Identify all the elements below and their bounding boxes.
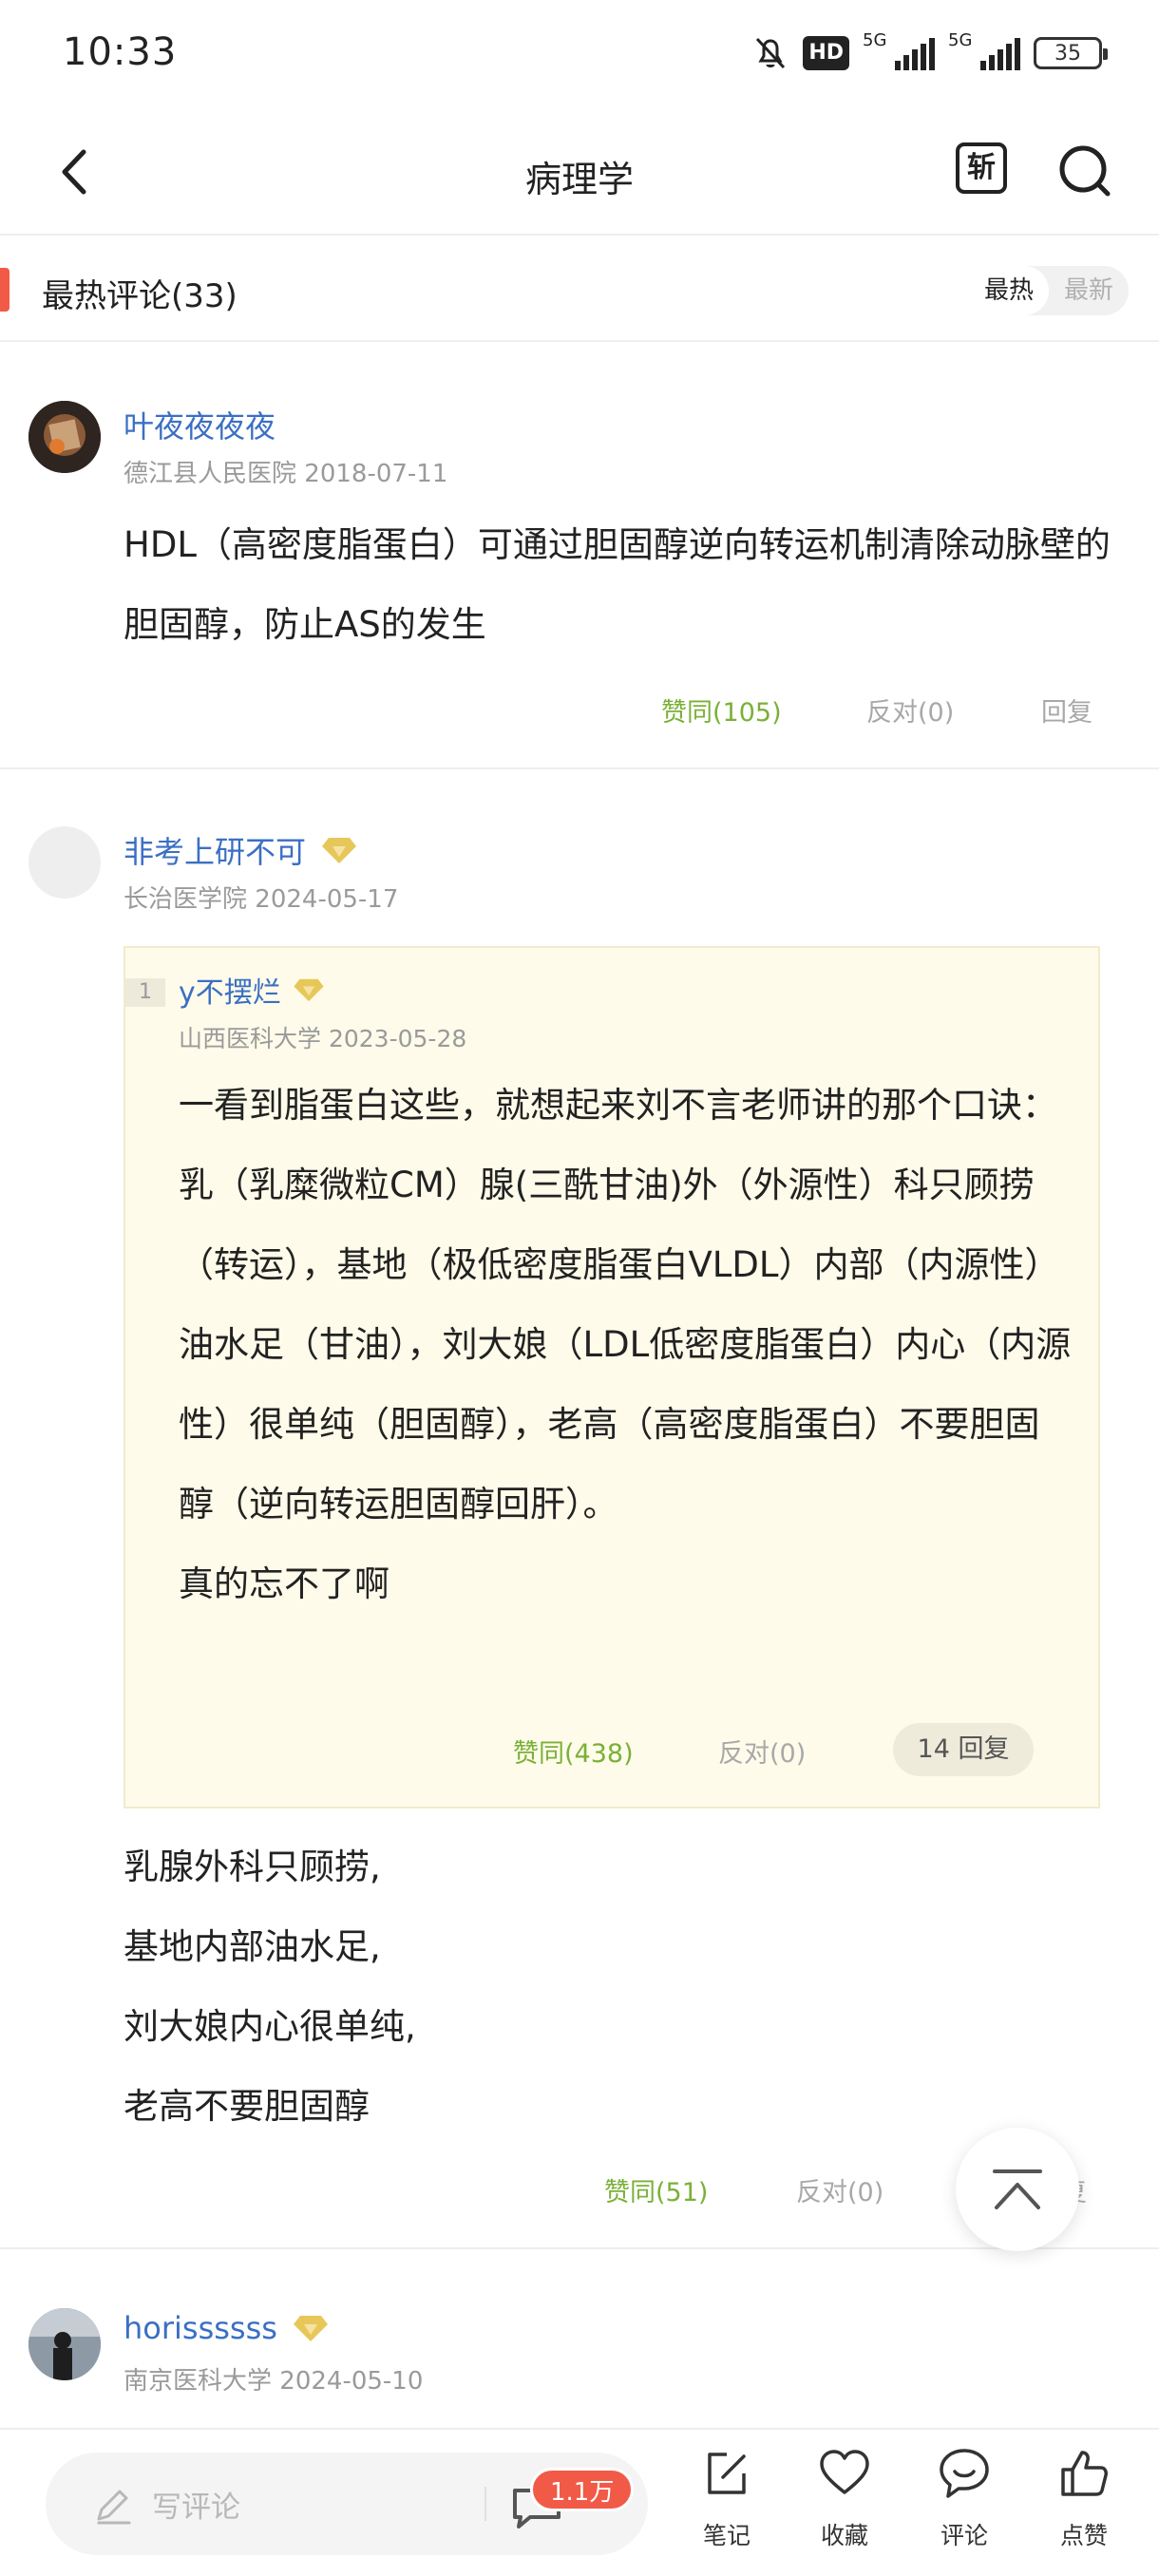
speech-bubble-smile-icon bbox=[940, 2449, 989, 2498]
quote-author[interactable]: y不摆烂 bbox=[179, 969, 325, 1011]
avatar-image bbox=[28, 401, 101, 473]
tab-like-label: 点赞 bbox=[1059, 2522, 1108, 2549]
battery-icon: 35 bbox=[1034, 37, 1108, 69]
battery-level: 35 bbox=[1054, 41, 1081, 66]
oppose-button[interactable]: 反对(0) bbox=[866, 691, 954, 729]
reply-button[interactable]: 回复 bbox=[1041, 691, 1092, 729]
tab-favorite-label: 收藏 bbox=[820, 2522, 868, 2549]
quote-index: 1 bbox=[125, 978, 165, 1007]
nav-bar: 病理学 斩 bbox=[0, 112, 1159, 236]
arrow-up-icon bbox=[993, 2169, 1042, 2209]
comment-date: 2018-07-11 bbox=[304, 460, 448, 488]
tab-comment-label: 评论 bbox=[940, 2522, 988, 2549]
status-bar: 10:33 HD 5G 5G 35 bbox=[0, 0, 1159, 112]
quoted-comment[interactable]: 1 y不摆烂 山西医科大学 2023-05-28 一看到脂蛋白这些，就想起来刘不… bbox=[124, 946, 1100, 1809]
bottom-bar: 写评论 1.1万 笔记 收藏 评论 点赞 bbox=[0, 2428, 1159, 2576]
input-divider bbox=[484, 2487, 486, 2521]
thumbs-up-icon bbox=[1061, 2451, 1108, 2496]
comment-author[interactable]: horissssss bbox=[124, 2310, 329, 2346]
tab-like[interactable]: 点赞 bbox=[1032, 2447, 1136, 2570]
tab-comment[interactable]: 评论 bbox=[912, 2447, 1016, 2570]
comment-actions: 赞同(105) 反对(0) 回复 bbox=[0, 691, 1159, 729]
signal-icon-1: 5G bbox=[863, 30, 935, 70]
comment-date: 2024-05-17 bbox=[255, 885, 399, 914]
heart-icon bbox=[820, 2450, 869, 2494]
comment-text: HDL（高密度脂蛋白）可通过胆固醇逆向转运机制清除动脉壁的胆固醇，防止AS的发生 bbox=[124, 524, 1111, 645]
comment-date: 2024-05-10 bbox=[279, 2367, 424, 2396]
comment-count-badge: 1.1万 bbox=[530, 2468, 635, 2511]
quote-text: 一看到脂蛋白这些，就想起来刘不言老师讲的那个口诀：乳（乳糜微粒CM）腺(三酰甘油… bbox=[179, 1085, 1072, 1604]
status-time: 10:33 bbox=[63, 30, 178, 74]
sort-hot-tab[interactable]: 最热 bbox=[968, 266, 1049, 315]
vip-diamond-icon bbox=[293, 2316, 328, 2341]
avatar[interactable] bbox=[28, 2308, 101, 2380]
tab-notes[interactable]: 笔记 bbox=[674, 2447, 779, 2570]
author-hospital: 德江县人民医院 bbox=[124, 460, 297, 488]
quote-oppose-button[interactable]: 反对(0) bbox=[718, 1733, 806, 1770]
comment-item: horissssss 南京医科大学 2024-05-10 bbox=[0, 2249, 1159, 2428]
signal-icon-2: 5G bbox=[948, 30, 1020, 70]
pencil-icon bbox=[97, 2490, 131, 2525]
vip-diamond-icon bbox=[294, 978, 324, 1002]
status-icons: HD 5G 5G 35 bbox=[751, 30, 1108, 74]
tab-favorite[interactable]: 收藏 bbox=[792, 2447, 897, 2570]
tab-notes-label: 笔记 bbox=[702, 2522, 750, 2549]
oppose-button[interactable]: 反对(0) bbox=[796, 2171, 884, 2208]
quote-hospital: 山西医科大学 bbox=[179, 1025, 322, 1052]
author-hospital: 南京医科大学 bbox=[124, 2367, 273, 2396]
scroll-to-top-button[interactable] bbox=[956, 2128, 1079, 2251]
avatar[interactable] bbox=[28, 826, 101, 899]
comment-meta: 南京医科大学 2024-05-10 bbox=[124, 2361, 423, 2396]
quote-replies-button[interactable]: 14 回复 bbox=[893, 1723, 1034, 1776]
comment-author[interactable]: 叶夜夜夜夜 bbox=[124, 403, 276, 446]
quote-agree-button[interactable]: 赞同(438) bbox=[513, 1733, 634, 1770]
comment-placeholder: 写评论 bbox=[152, 2491, 240, 2525]
comment-meta: 长治医学院 2024-05-17 bbox=[124, 880, 398, 915]
comment-input[interactable]: 写评论 1.1万 bbox=[46, 2453, 648, 2555]
quote-meta: 山西医科大学 2023-05-28 bbox=[179, 1020, 466, 1054]
quote-date: 2023-05-28 bbox=[328, 1025, 467, 1052]
hd-badge: HD bbox=[803, 36, 849, 70]
author-name[interactable]: 叶夜夜夜夜 bbox=[124, 403, 276, 446]
author-hospital: 长治医学院 bbox=[124, 885, 248, 914]
search-button[interactable] bbox=[1056, 141, 1113, 201]
vip-diamond-icon bbox=[322, 838, 357, 863]
agree-button[interactable]: 赞同(105) bbox=[661, 691, 782, 729]
author-name[interactable]: 非考上研不可 bbox=[124, 828, 306, 872]
section-accent-bar bbox=[0, 268, 10, 312]
quote-author-name[interactable]: y不摆烂 bbox=[179, 969, 281, 1011]
new-icon-button[interactable]: 斩 bbox=[956, 142, 1007, 194]
sort-new-tab[interactable]: 最新 bbox=[1049, 266, 1129, 315]
note-edit-icon bbox=[708, 2453, 746, 2494]
comment-meta: 德江县人民医院 2018-07-11 bbox=[124, 454, 447, 489]
comment-item: 叶夜夜夜夜 德江县人民医院 2018-07-11 HDL（高密度脂蛋白）可通过胆… bbox=[0, 344, 1159, 767]
section-header: 最热评论(33) 最热 最新 bbox=[0, 237, 1159, 342]
section-title: 最热评论(33) bbox=[42, 277, 238, 315]
agree-button[interactable]: 赞同(51) bbox=[604, 2171, 708, 2208]
search-icon bbox=[1059, 145, 1111, 197]
author-name[interactable]: horissssss bbox=[124, 2310, 277, 2346]
avatar[interactable] bbox=[28, 401, 101, 473]
avatar-image bbox=[28, 2308, 101, 2380]
mute-bell-icon bbox=[756, 37, 786, 69]
comment-author[interactable]: 非考上研不可 bbox=[124, 828, 357, 872]
sort-toggle: 最热 最新 bbox=[968, 266, 1129, 315]
comment-text: 乳腺外科只顾捞, 基地内部油水足, 刘大娘内心很单纯, 老高不要胆固醇 bbox=[124, 1847, 416, 2127]
